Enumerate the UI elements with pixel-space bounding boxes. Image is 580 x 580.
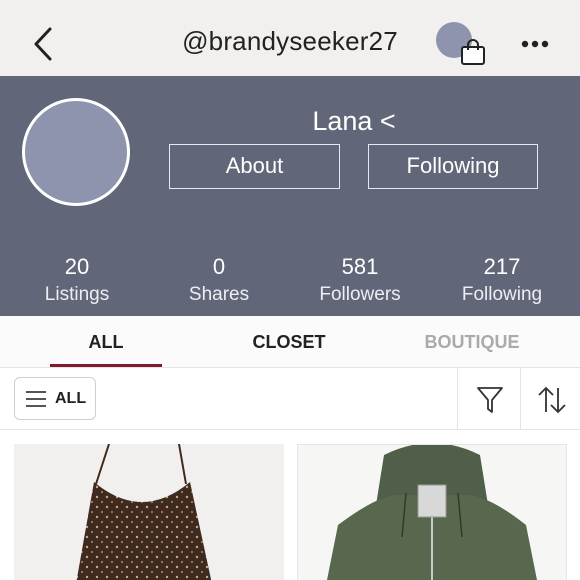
stat-count: 20 (64, 254, 90, 279)
tab-all[interactable]: ALL (50, 332, 162, 353)
stat-shares[interactable]: 0 Shares (149, 256, 289, 306)
filter-funnel-icon (477, 387, 503, 413)
sort-button[interactable] (534, 384, 570, 416)
sort-arrows-icon (538, 386, 566, 414)
stat-count: 217 (483, 254, 521, 279)
stat-count: 0 (212, 254, 226, 279)
following-button[interactable]: Following (368, 144, 538, 189)
profile-name: Lana < (312, 106, 396, 136)
stat-count: 581 (341, 254, 379, 279)
more-horizontal-icon (521, 40, 549, 48)
about-button[interactable]: About (169, 144, 340, 189)
divider (457, 368, 458, 430)
filter-bar: ALL (0, 368, 580, 430)
stat-label: Listings (44, 284, 110, 305)
tab-closet[interactable]: CLOSET (232, 332, 346, 353)
all-filter-button[interactable]: ALL (14, 377, 96, 420)
filter-button[interactable] (472, 384, 508, 416)
stat-label: Shares (188, 284, 250, 305)
stat-label: Followers (319, 284, 401, 305)
divider (520, 368, 521, 430)
stat-followers[interactable]: 581 Followers (290, 256, 430, 306)
tab-boutique[interactable]: BOUTIQUE (414, 332, 530, 353)
all-filter-label: ALL (55, 390, 87, 407)
page-title: @brandyseeker27 (182, 26, 398, 56)
stat-listings[interactable]: 20 Listings (7, 256, 147, 306)
listing-card[interactable] (297, 444, 567, 580)
listing-image-dress (76, 444, 212, 580)
bag-button[interactable] (436, 22, 488, 66)
listing-image-hoodie (327, 445, 537, 580)
profile-header: Lana < About Following 20 Listings 0 Sha… (0, 76, 580, 316)
shopping-bag-icon (461, 39, 485, 65)
listing-card[interactable] (14, 444, 284, 580)
active-tab-indicator (50, 364, 162, 367)
closet-tabs: ALL CLOSET BOUTIQUE (0, 316, 580, 368)
listing-grid (0, 430, 580, 580)
top-bar: @brandyseeker27 (0, 0, 580, 76)
stat-label: Following (461, 284, 543, 305)
stat-following[interactable]: 217 Following (432, 256, 572, 306)
profile-avatar[interactable] (22, 98, 130, 206)
more-options-button[interactable] (518, 32, 554, 56)
menu-icon (26, 391, 46, 407)
